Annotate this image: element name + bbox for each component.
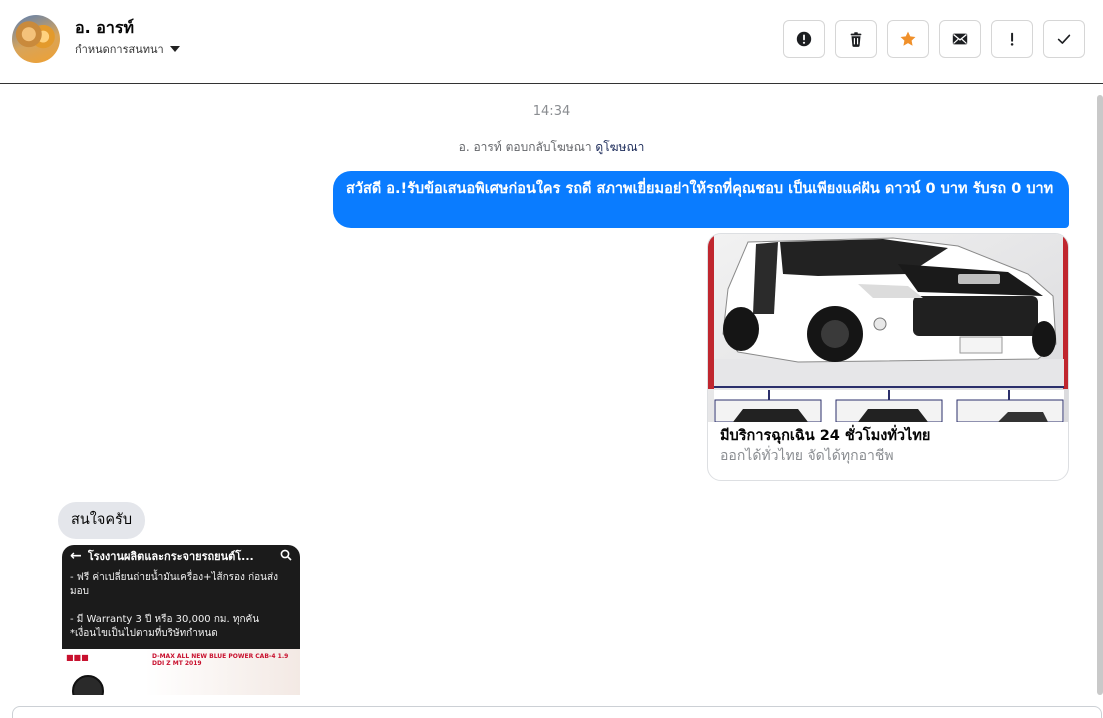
banner-model: D-MAX ALL NEW BLUE POWER CAB-4 1.9 DDI Z…	[152, 653, 289, 667]
screenshot-title: โรงงานผลิตและกระจายรถยนต์โ...	[87, 550, 254, 563]
done-button[interactable]	[1043, 20, 1085, 58]
ad-reply-note: อ. อารท์ ตอบกลับโฆษณา ดูโฆษณา	[0, 138, 1103, 157]
important-button[interactable]	[991, 20, 1033, 58]
view-ad-link[interactable]: ดูโฆษณา	[595, 140, 644, 154]
outgoing-message-bubble[interactable]: สวัสดี อ.!รับข้อเสนอพิเศษก่อนใคร รถดี สภ…	[333, 171, 1069, 228]
shared-screenshot-image[interactable]: ← โรงงานผลิตและกระจายรถยนต์โ... - ฟรี ค่…	[62, 545, 300, 695]
ad-card[interactable]: มีบริการฉุกเฉิน 24 ชั่วโมงทั่วไทย ออกได้…	[707, 233, 1069, 481]
screenshot-header: ← โรงงานผลิตและกระจายรถยนต์โ...	[62, 545, 300, 567]
message-timestamp: 14:34	[532, 104, 571, 119]
alert-circle-icon	[796, 31, 812, 47]
conversation-header: อ. อารท์ กำหนดการสนทนา	[0, 0, 1103, 84]
message-thread: 14:34 อ. อารท์ ตอบกลับโฆษณา ดูโฆษณา สวัส…	[0, 85, 1103, 705]
nickname-dropdown[interactable]: กำหนดการสนทนา	[75, 40, 180, 58]
exclamation-icon	[1010, 32, 1014, 46]
delete-button[interactable]	[835, 20, 877, 58]
ad-reply-text: อ. อารท์ ตอบกลับโฆษณา	[458, 140, 592, 154]
thread-scrollbar[interactable]	[1097, 95, 1103, 695]
check-icon	[1057, 34, 1071, 44]
ad-title: มีบริการฉุกเฉิน 24 ชั่วโมงทั่วไทย	[720, 428, 931, 444]
arrow-left-icon: ←	[70, 548, 82, 564]
action-toolbar	[783, 20, 1085, 58]
mark-unread-button[interactable]	[939, 20, 981, 58]
car-photo-image	[708, 234, 1068, 422]
ad-car-image	[708, 234, 1068, 422]
envelope-icon	[952, 33, 968, 45]
star-button[interactable]	[887, 20, 929, 58]
screenshot-line-1: - ฟรี ค่าเปลี่ยนถ่ายน้ำมันเครื่อง+ไส้กรอ…	[70, 572, 278, 597]
search-icon	[280, 549, 292, 564]
nickname-label: กำหนดการสนทนา	[75, 43, 164, 56]
caret-down-icon	[169, 46, 180, 52]
ad-subtitle: ออกได้ทั่วไทย จัดได้ทุกอาชีพ	[720, 448, 894, 464]
avatar[interactable]	[12, 15, 60, 63]
star-icon	[900, 31, 916, 46]
screenshot-line-3: *เงื่อนไขเป็นไปตามที่บริษัทกำหนด	[70, 628, 218, 639]
contact-name[interactable]: อ. อารท์	[75, 16, 134, 41]
banner-logo: ■■■	[66, 653, 89, 662]
message-composer[interactable]	[12, 706, 1102, 718]
trash-icon	[850, 32, 862, 47]
screenshot-line-2: - มี Warranty 3 ปี หรือ 30,000 กม. ทุกคั…	[70, 614, 260, 625]
report-button[interactable]	[783, 20, 825, 58]
incoming-message-bubble[interactable]: สนใจครับ	[58, 502, 146, 539]
